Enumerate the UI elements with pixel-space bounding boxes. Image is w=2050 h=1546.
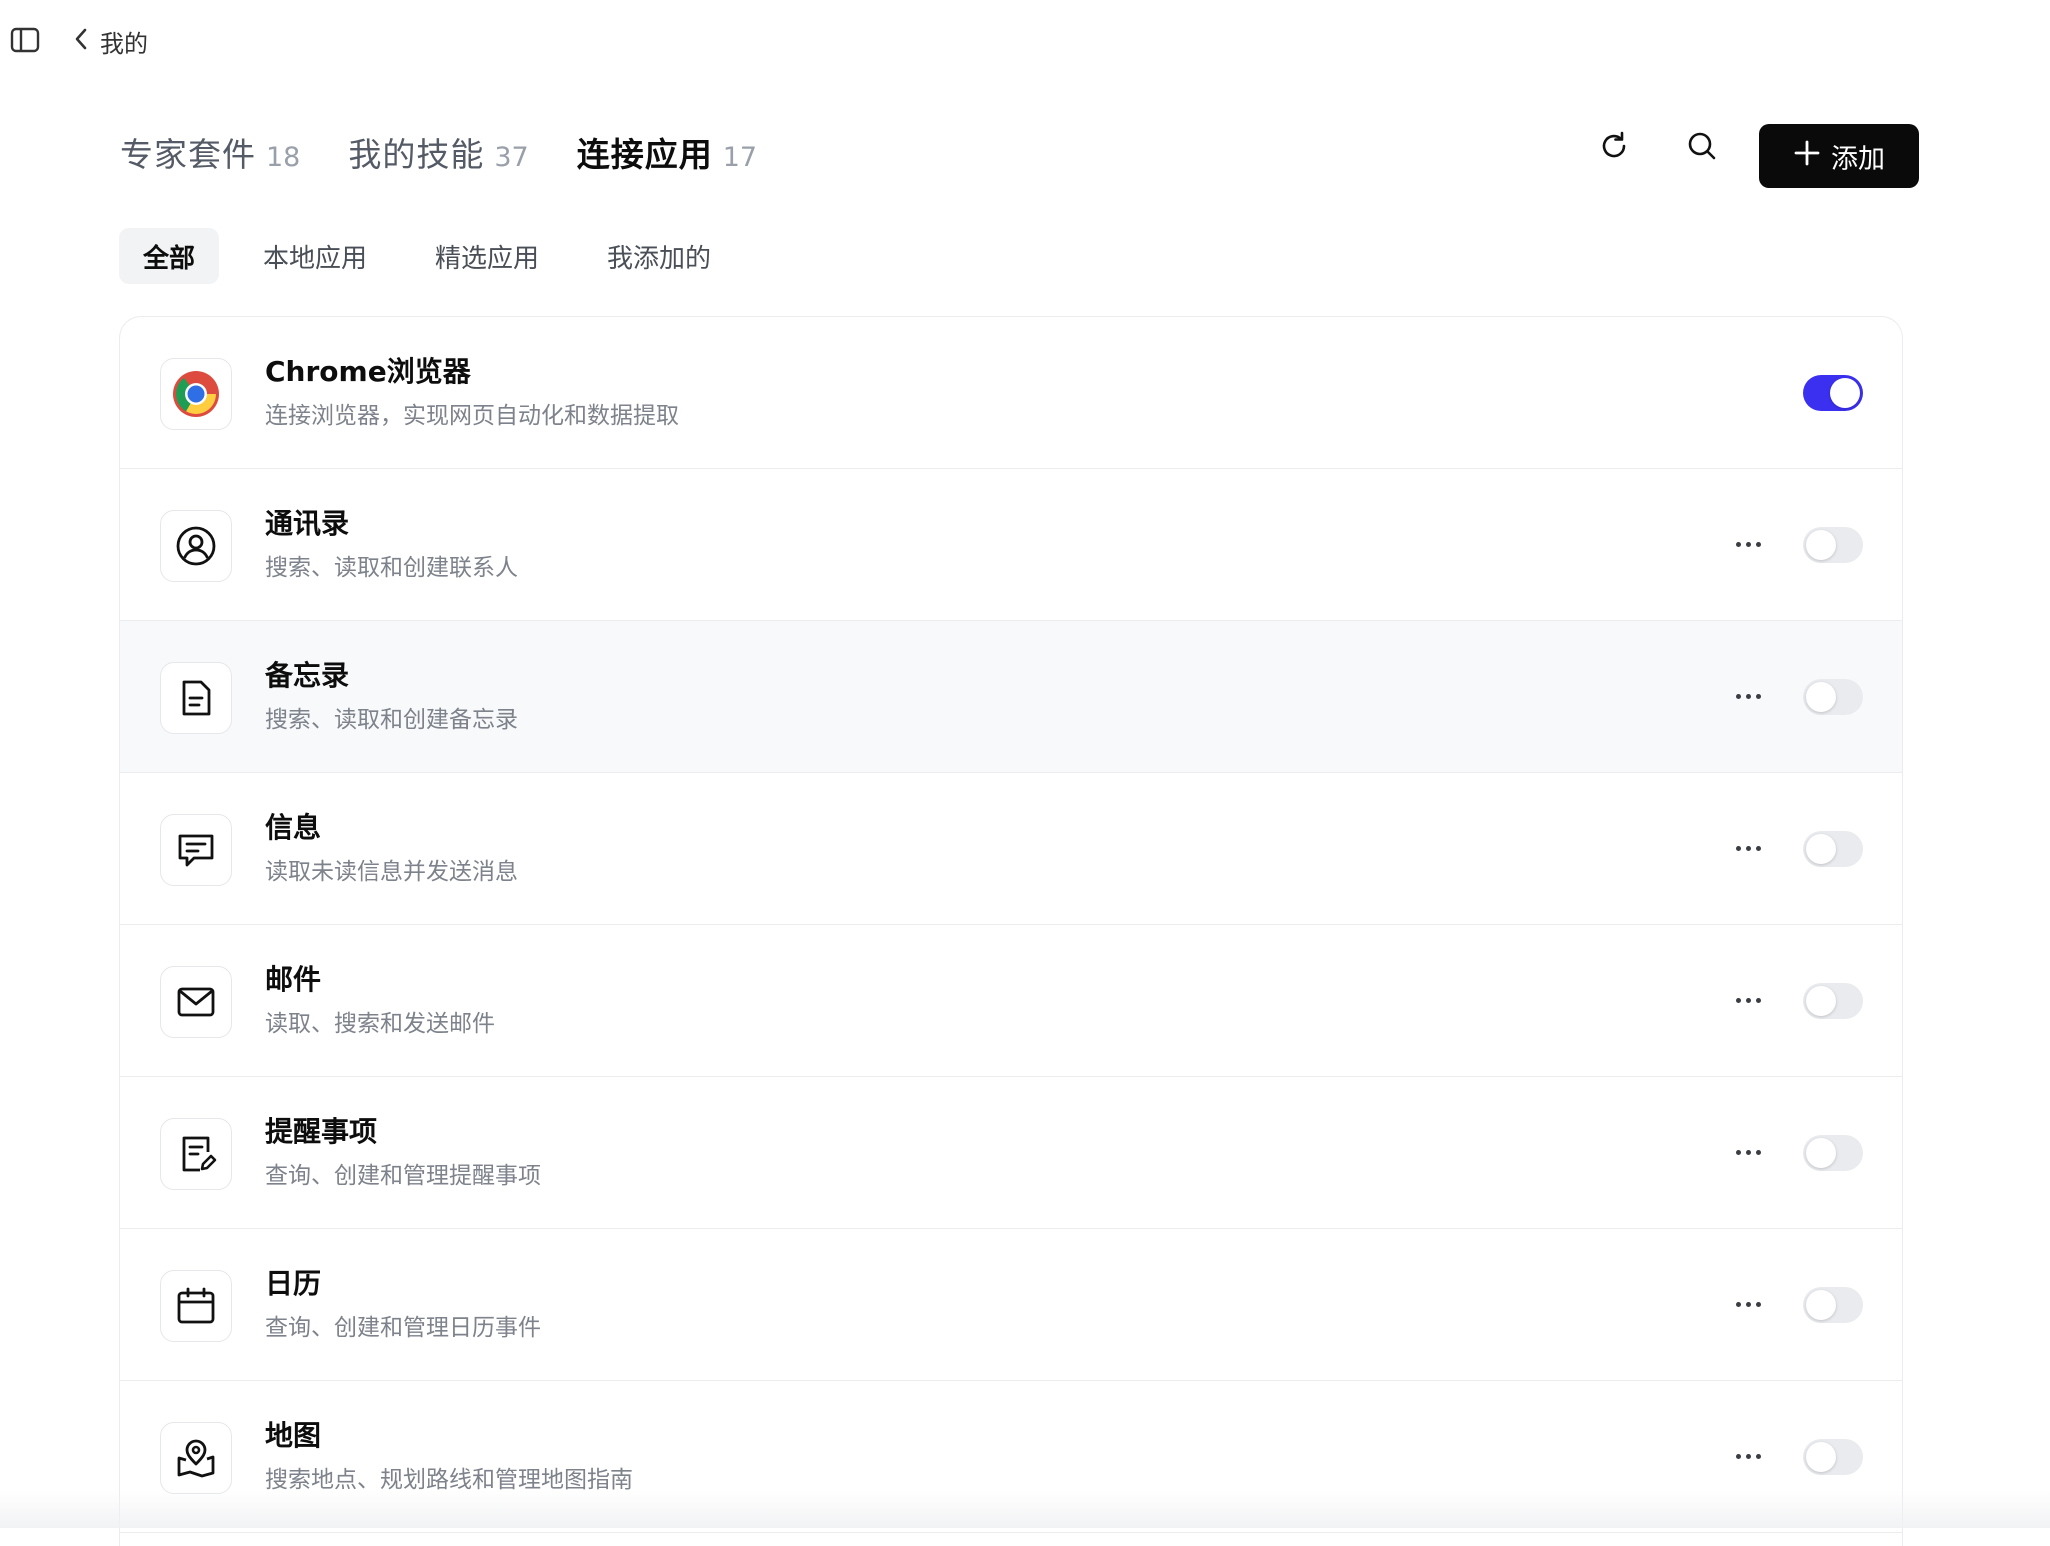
app-description: 读取未读信息并发送消息 bbox=[265, 859, 518, 885]
map-icon bbox=[160, 1422, 232, 1494]
tab-count: 37 bbox=[494, 142, 529, 173]
app-row-contacts[interactable]: 通讯录 搜索、读取和创建联系人 bbox=[120, 469, 1902, 621]
app-name: 信息 bbox=[265, 811, 322, 844]
app-name: 备忘录 bbox=[265, 659, 350, 692]
app-row-reminders[interactable]: 提醒事项 查询、创建和管理提醒事项 bbox=[120, 1077, 1902, 1229]
toggle-knob bbox=[1806, 834, 1836, 864]
app-description: 查询、创建和管理提醒事项 bbox=[265, 1163, 541, 1189]
app-toggle[interactable] bbox=[1803, 831, 1863, 867]
search-icon bbox=[1685, 129, 1719, 167]
app-toggle[interactable] bbox=[1803, 679, 1863, 715]
refresh-icon bbox=[1597, 129, 1631, 167]
app-name: 地图 bbox=[265, 1419, 322, 1452]
chevron-left-icon bbox=[72, 26, 90, 56]
app-description: 搜索、读取和创建备忘录 bbox=[265, 707, 518, 733]
app-row-notes[interactable]: 备忘录 搜索、读取和创建备忘录 bbox=[120, 621, 1902, 773]
reminders-icon bbox=[160, 1118, 232, 1190]
message-icon bbox=[160, 814, 232, 886]
app-row-messages[interactable]: 信息 读取未读信息并发送消息 bbox=[120, 773, 1902, 925]
app-toggle[interactable] bbox=[1803, 983, 1863, 1019]
app-toggle[interactable] bbox=[1803, 527, 1863, 563]
chrome-icon bbox=[160, 358, 232, 430]
toggle-knob bbox=[1806, 986, 1836, 1016]
more-icon[interactable] bbox=[1726, 833, 1770, 863]
more-icon[interactable] bbox=[1726, 529, 1770, 559]
more-icon[interactable] bbox=[1726, 681, 1770, 711]
app-description: 读取、搜索和发送邮件 bbox=[265, 1011, 495, 1037]
back-button[interactable]: 我的 bbox=[72, 24, 148, 58]
app-toggle[interactable] bbox=[1803, 375, 1863, 411]
subtab-added-by-me[interactable]: 我添加的 bbox=[583, 228, 735, 284]
add-label: 添加 bbox=[1831, 143, 1885, 175]
app-list: Chrome浏览器 连接浏览器，实现网页自动化和数据提取 通讯录 搜索、读取和创… bbox=[119, 316, 1903, 1546]
subtab-all[interactable]: 全部 bbox=[119, 228, 220, 284]
app-toggle[interactable] bbox=[1803, 1135, 1863, 1171]
add-button[interactable]: 添加 bbox=[1759, 124, 1919, 188]
more-icon[interactable] bbox=[1726, 985, 1770, 1015]
toggle-knob bbox=[1806, 1138, 1836, 1168]
app-name: 通讯录 bbox=[265, 507, 350, 540]
app-description: 连接浏览器，实现网页自动化和数据提取 bbox=[265, 403, 679, 429]
subtab-local-apps[interactable]: 本地应用 bbox=[239, 228, 391, 284]
app-toggle[interactable] bbox=[1803, 1439, 1863, 1475]
app-description: 搜索、读取和创建联系人 bbox=[265, 555, 518, 581]
toggle-knob bbox=[1806, 682, 1836, 712]
app-name: 提醒事项 bbox=[265, 1115, 378, 1148]
toggle-knob bbox=[1806, 1442, 1836, 1472]
calendar-icon bbox=[160, 1270, 232, 1342]
tab-count: 18 bbox=[266, 142, 301, 173]
app-row-mail[interactable]: 邮件 读取、搜索和发送邮件 bbox=[120, 925, 1902, 1077]
tab-label: 专家套件 bbox=[120, 135, 256, 174]
toggle-knob bbox=[1830, 378, 1860, 408]
tab-label: 连接应用 bbox=[576, 135, 713, 174]
mail-icon bbox=[160, 966, 232, 1038]
sub-tabs: 全部 本地应用 精选应用 我添加的 bbox=[119, 228, 755, 284]
tab-count: 17 bbox=[722, 142, 758, 173]
app-name: Chrome浏览器 bbox=[265, 355, 471, 388]
app-description: 搜索地点、规划路线和管理地图指南 bbox=[265, 1467, 633, 1493]
app-row-calendar[interactable]: 日历 查询、创建和管理日历事件 bbox=[120, 1229, 1902, 1381]
tab-expert-kits[interactable]: 专家套件 18 bbox=[120, 128, 300, 176]
refresh-button[interactable] bbox=[1590, 124, 1638, 172]
top-bar: 我的 bbox=[0, 0, 2050, 80]
app-description: 查询、创建和管理日历事件 bbox=[265, 1315, 541, 1341]
back-label: 我的 bbox=[100, 29, 148, 58]
tab-my-skills[interactable]: 我的技能 37 bbox=[348, 128, 528, 176]
more-icon[interactable] bbox=[1726, 1289, 1770, 1319]
app-row-map[interactable]: 地图 搜索地点、规划路线和管理地图指南 bbox=[120, 1381, 1902, 1533]
header-actions bbox=[1590, 124, 1766, 172]
more-icon[interactable] bbox=[1726, 1137, 1770, 1167]
tab-label: 我的技能 bbox=[348, 135, 485, 174]
toggle-knob bbox=[1806, 1290, 1836, 1320]
search-button[interactable] bbox=[1678, 124, 1726, 172]
app-name: 邮件 bbox=[265, 963, 322, 996]
main-tabs: 专家套件 18 我的技能 37 连接应用 17 bbox=[120, 128, 805, 176]
app-name: 日历 bbox=[265, 1267, 322, 1300]
toggle-knob bbox=[1806, 530, 1836, 560]
tab-connected-apps[interactable]: 连接应用 17 bbox=[577, 128, 757, 176]
subtab-featured-apps[interactable]: 精选应用 bbox=[411, 228, 563, 284]
app-row-chrome[interactable]: Chrome浏览器 连接浏览器，实现网页自动化和数据提取 bbox=[120, 317, 1902, 469]
plus-icon bbox=[1793, 139, 1821, 174]
sidebar-toggle-icon[interactable] bbox=[10, 26, 40, 54]
app-toggle[interactable] bbox=[1803, 1287, 1863, 1323]
notes-icon bbox=[160, 662, 232, 734]
contacts-icon bbox=[160, 510, 232, 582]
more-icon[interactable] bbox=[1726, 1441, 1770, 1471]
